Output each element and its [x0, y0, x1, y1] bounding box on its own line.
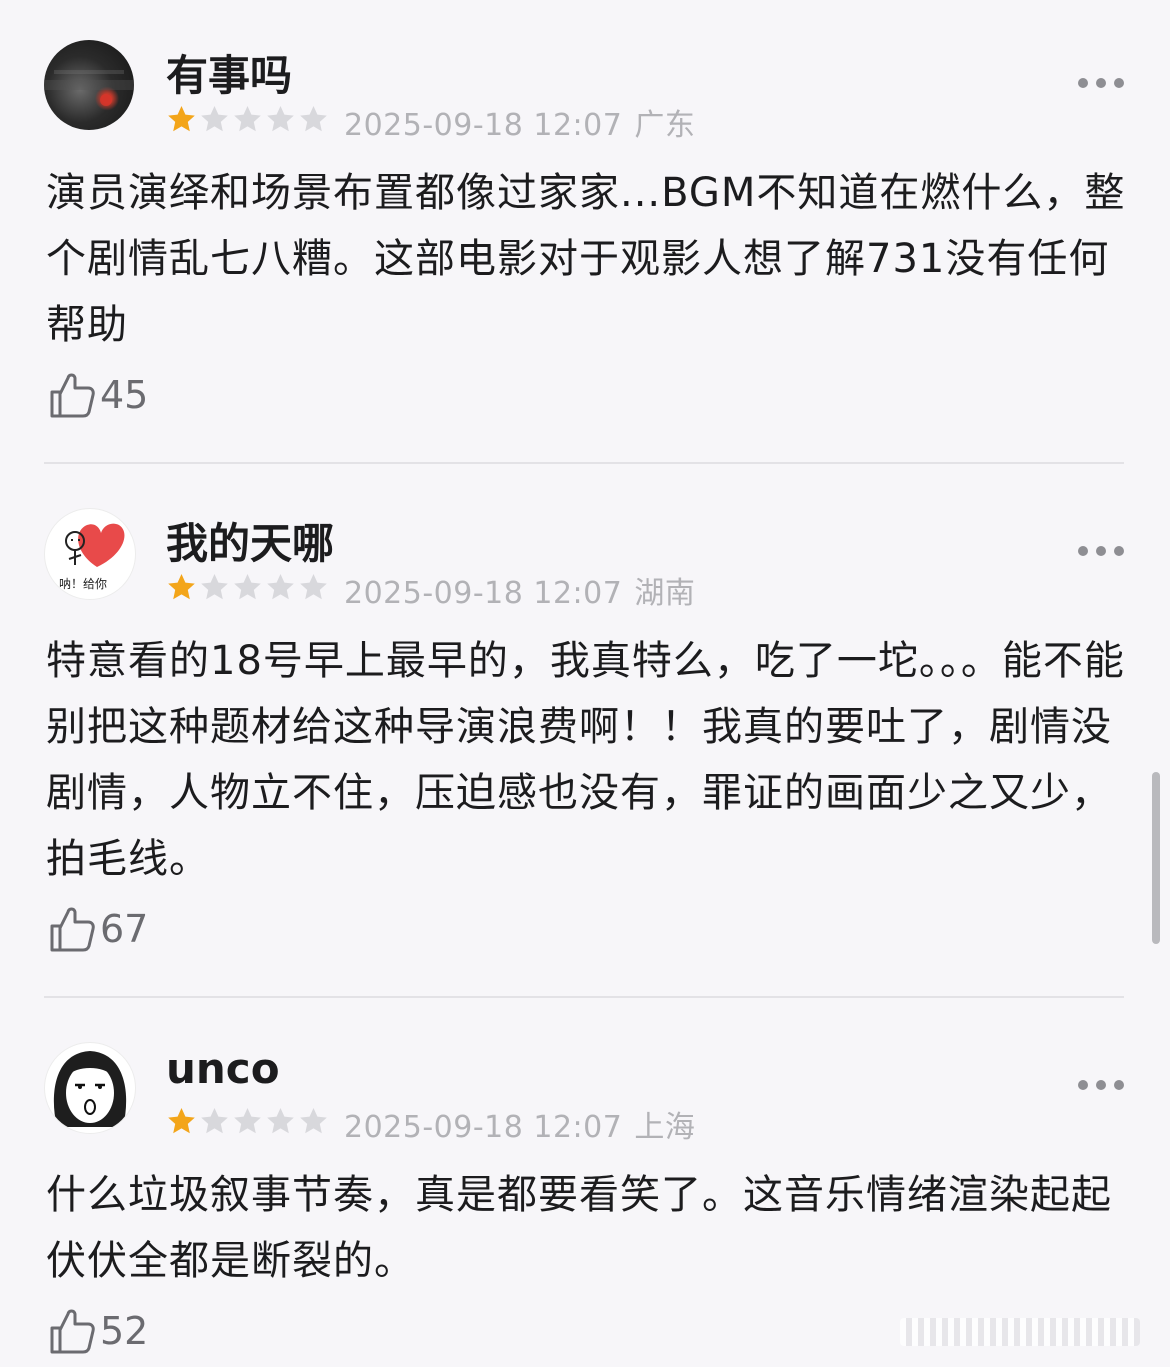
star-rating [166, 572, 329, 602]
star-empty-icon [267, 106, 294, 132]
review-date: 2025-09-18 12:07 [344, 576, 623, 611]
avatar[interactable]: 呐！给你 [44, 508, 136, 600]
avatar[interactable] [44, 1042, 136, 1134]
thumbs-up-icon [50, 373, 95, 418]
star-empty-icon [300, 574, 327, 600]
star-filled-icon [168, 1108, 195, 1134]
more-options-icon[interactable] [1078, 546, 1124, 558]
avatar[interactable] [44, 40, 134, 130]
star-empty-icon [267, 1108, 294, 1134]
like-button[interactable]: 52 [48, 1306, 148, 1356]
review-text: 什么垃圾叙事节奏，真是都要看笑了。这音乐情绪渲染起起伏伏全都是断裂的。 [46, 1172, 1112, 1284]
scrollbar[interactable] [1152, 772, 1160, 944]
review-meta: 2025-09-18 12:07 湖南 [344, 568, 695, 612]
like-count: 45 [100, 373, 149, 417]
like-button[interactable]: 45 [48, 370, 148, 420]
username[interactable]: unco [166, 1044, 280, 1093]
thumbs-up-icon [50, 907, 95, 952]
star-filled-icon [168, 106, 195, 132]
like-count: 67 [100, 907, 149, 951]
star-rating [166, 104, 329, 134]
more-options-icon[interactable] [1078, 78, 1124, 90]
photo-icon [44, 70, 134, 106]
star-empty-icon [201, 1108, 228, 1134]
star-empty-icon [234, 106, 261, 132]
review-date: 2025-09-18 12:07 [344, 1110, 623, 1145]
avatar-caption: 呐！给你 [59, 577, 108, 591]
thumbs-up-icon [50, 1309, 95, 1354]
divider [44, 462, 1124, 464]
sketch-face-icon [53, 1051, 127, 1127]
like-button[interactable]: 67 [48, 904, 148, 954]
review-location: 广东 [634, 108, 696, 143]
star-rating [166, 1106, 329, 1136]
username[interactable]: 我的天哪 [166, 510, 334, 571]
star-empty-icon [267, 574, 294, 600]
review-date: 2025-09-18 12:07 [344, 108, 623, 143]
star-empty-icon [201, 574, 228, 600]
watermark [900, 1318, 1140, 1346]
review-location: 湖南 [634, 576, 696, 611]
review-text: 演员演绎和场景布置都像过家家...BGM不知道在燃什么，整个剧情乱七八糟。这部电… [46, 170, 1126, 348]
username[interactable]: 有事吗 [166, 42, 292, 103]
more-options-icon[interactable] [1078, 1080, 1124, 1092]
divider [44, 996, 1124, 998]
review-meta: 2025-09-18 12:07 广东 [344, 100, 695, 144]
review-list: 有事吗 2025-09-18 12:07 广东 演员演绎和场景布置都像过家家...… [0, 0, 1170, 1367]
star-empty-icon [300, 1108, 327, 1134]
review-location: 上海 [634, 1110, 696, 1145]
star-empty-icon [234, 1108, 261, 1134]
review-text: 特意看的18号早上最早的，我真特么，吃了一坨。。。能不能别把这种题材给这种导演浪… [46, 638, 1125, 882]
star-filled-icon [168, 574, 195, 600]
star-empty-icon [300, 106, 327, 132]
star-empty-icon [201, 106, 228, 132]
like-count: 52 [100, 1309, 149, 1353]
review-meta: 2025-09-18 12:07 上海 [344, 1102, 695, 1146]
star-empty-icon [234, 574, 261, 600]
